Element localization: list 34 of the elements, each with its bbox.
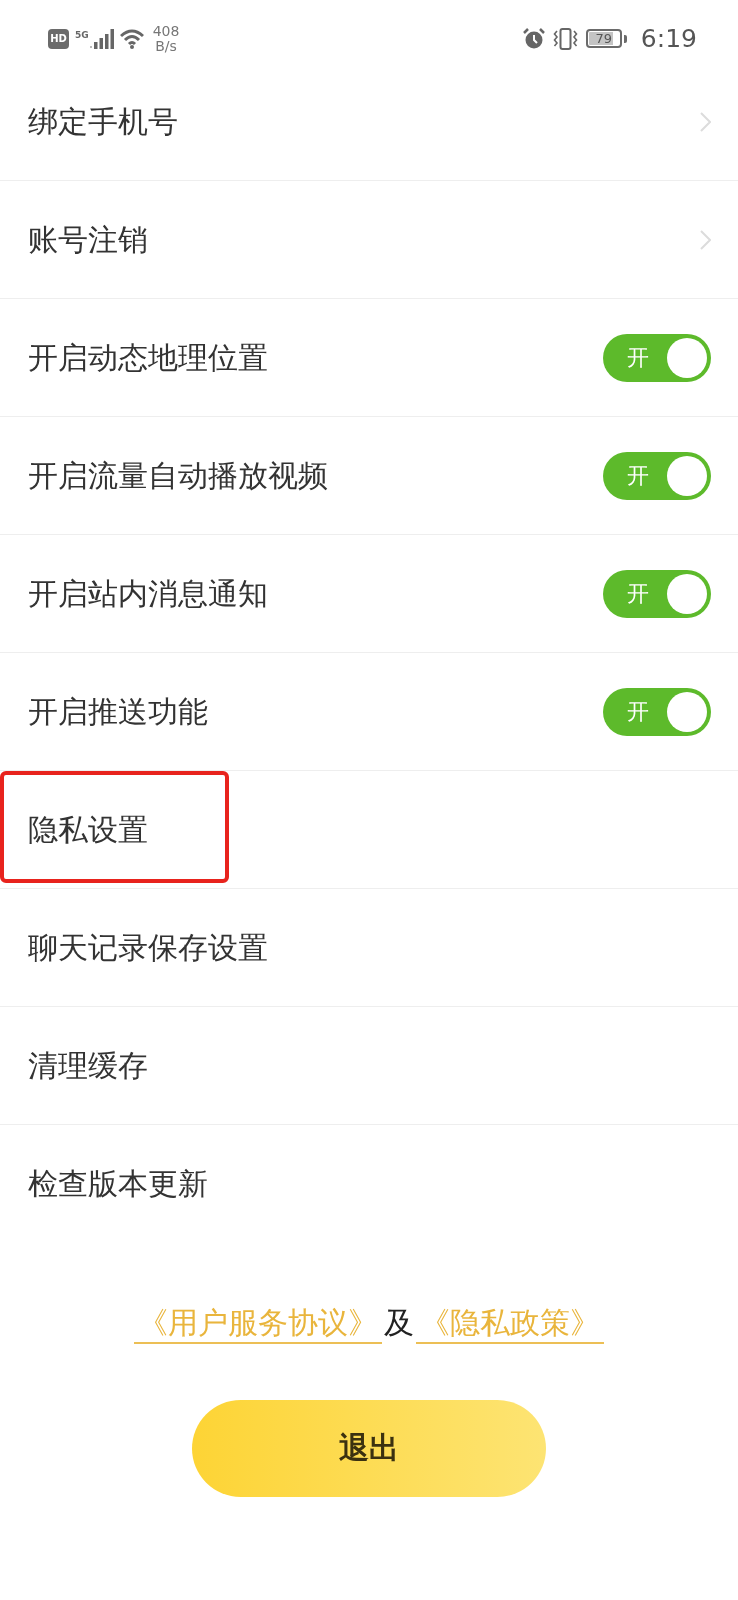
- settings-row[interactable]: 清理缓存: [0, 1007, 738, 1125]
- row-label: 隐私设置: [28, 811, 148, 848]
- settings-row[interactable]: 开启站内消息通知 开: [0, 535, 738, 653]
- settings-row[interactable]: 开启流量自动播放视频 开: [0, 417, 738, 535]
- battery-indicator: 79: [585, 29, 627, 48]
- row-label: 聊天记录保存设置: [28, 929, 268, 966]
- conjunction-text: 及: [384, 1304, 414, 1342]
- vibrate-icon: [552, 27, 578, 50]
- alarm-clock-icon: [522, 27, 545, 50]
- hd-badge: HD: [48, 28, 69, 49]
- row-label: 清理缓存: [28, 1047, 148, 1084]
- row-label: 账号注销: [28, 221, 148, 258]
- clock-time: 6:19: [640, 26, 697, 51]
- settings-row[interactable]: 检查版本更新: [0, 1125, 738, 1243]
- network-type-label: 5G: [75, 30, 89, 40]
- row-label: 开启推送功能: [28, 693, 208, 730]
- signal-icon: [89, 28, 114, 49]
- row-label: 开启流量自动播放视频: [28, 457, 328, 494]
- settings-row[interactable]: 开启推送功能 开: [0, 653, 738, 771]
- settings-row[interactable]: 隐私设置: [0, 771, 738, 889]
- chevron-right-icon: [700, 111, 711, 132]
- chevron-right-icon: [700, 229, 711, 250]
- wifi-icon: [119, 28, 145, 49]
- row-label: 开启站内消息通知: [28, 575, 268, 612]
- settings-row[interactable]: 开启动态地理位置 开: [0, 299, 738, 417]
- network-speed-value: 408: [152, 23, 180, 39]
- row-label: 绑定手机号: [28, 103, 178, 140]
- settings-row[interactable]: 聊天记录保存设置: [0, 889, 738, 1007]
- logout-button[interactable]: 退出: [192, 1400, 546, 1497]
- settings-row[interactable]: 账号注销: [0, 181, 738, 299]
- network-speed-unit: B/s: [155, 38, 177, 54]
- settings-row[interactable]: 绑定手机号: [0, 63, 738, 181]
- row-label: 开启动态地理位置: [28, 339, 268, 376]
- row-label: 检查版本更新: [28, 1166, 208, 1202]
